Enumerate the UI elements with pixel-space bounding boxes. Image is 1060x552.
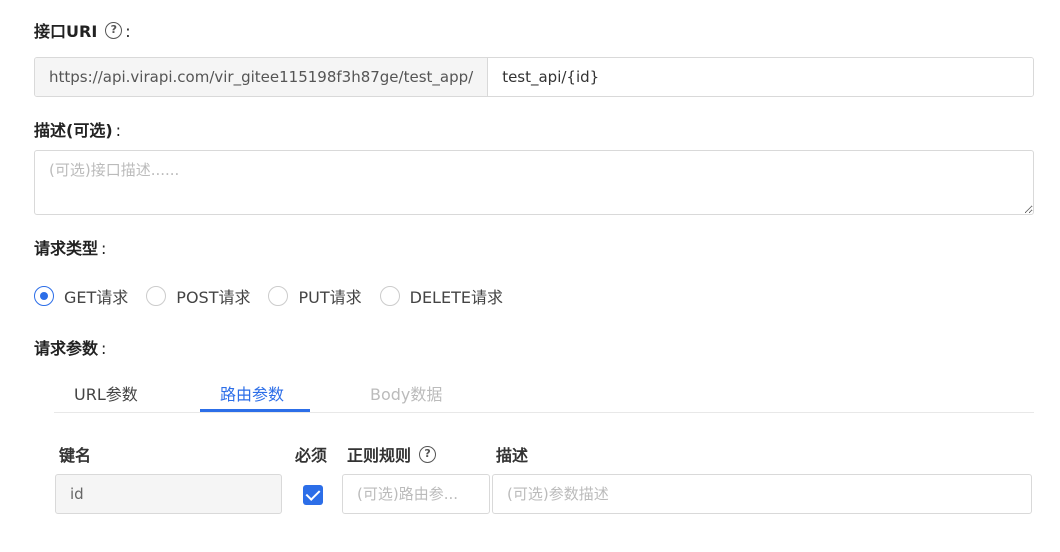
required-checkbox[interactable] [303,485,323,505]
radio-put-label: PUT请求 [298,288,362,307]
help-icon[interactable]: ? [105,22,123,39]
request-params-label: 请求参数: [34,335,106,359]
radio-delete-label: DELETE请求 [409,288,503,307]
param-key-input [55,474,282,514]
tab-url-params[interactable]: URL参数 [74,381,138,405]
column-header-required: 必须 [295,446,328,465]
column-header-regex: 正则规则? [347,442,437,466]
radio-checked-icon[interactable] [34,286,54,306]
param-desc-input[interactable] [492,474,1032,514]
uri-label: 接口URI?: [34,18,131,42]
tab-route-params[interactable]: 路由参数 [220,381,284,405]
active-tab-indicator [200,409,310,412]
request-type-label-colon: : [101,239,107,258]
column-header-desc: 描述 [496,446,529,465]
column-header-regex-text: 正则规则 [347,446,412,465]
radio-post-label: POST请求 [176,288,251,307]
radio-put[interactable]: PUT请求 [268,284,362,308]
radio-unchecked-icon[interactable] [268,286,289,306]
uri-label-colon: : [125,22,131,41]
params-tabs: URL参数 路由参数 Body数据 [54,373,1034,413]
description-label-text: 描述(可选) [34,121,113,140]
param-regex-input[interactable] [342,474,490,514]
help-icon[interactable]: ? [419,446,437,463]
description-textarea[interactable] [34,150,1034,215]
radio-get[interactable]: GET请求 [34,284,128,308]
request-params-label-text: 请求参数 [34,339,99,358]
radio-post[interactable]: POST请求 [146,284,250,308]
tab-body-data: Body数据 [370,385,443,404]
uri-prefix: https://api.virapi.com/vir_gitee115198f3… [35,58,489,96]
radio-delete[interactable]: DELETE请求 [379,284,503,308]
radio-unchecked-icon[interactable] [379,286,400,306]
radio-get-label: GET请求 [64,288,129,307]
request-type-label-text: 请求类型 [34,239,99,258]
request-type-label: 请求类型: [34,235,106,259]
request-params-label-colon: : [101,339,107,358]
radio-unchecked-icon[interactable] [146,286,167,306]
column-header-key: 键名 [59,446,92,465]
uri-input-group: https://api.virapi.com/vir_gitee115198f3… [34,57,1034,97]
description-label: 描述(可选): [34,117,121,141]
uri-label-text: 接口URI [34,22,98,41]
description-label-colon: : [115,121,122,140]
request-type-radio-group: GET请求 POST请求 PUT请求 DELETE请求 [34,284,521,308]
uri-path-input[interactable] [488,58,1033,96]
